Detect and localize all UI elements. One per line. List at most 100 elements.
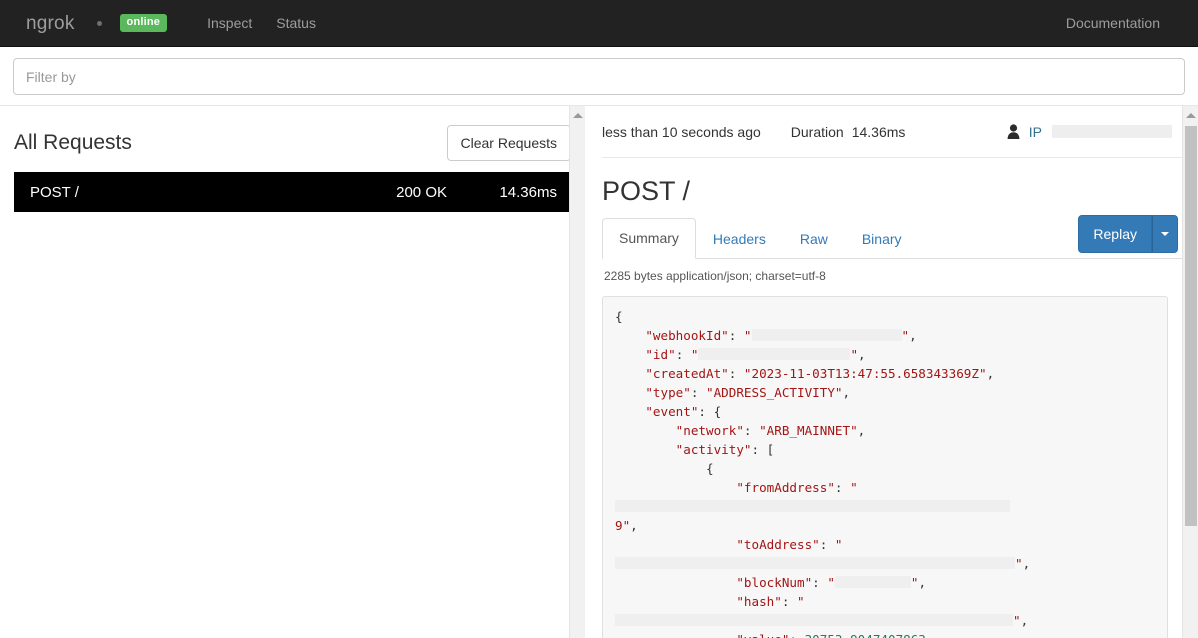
requests-panel-header: All Requests Clear Requests — [14, 106, 571, 168]
json-line: "network": "ARB_MAINNET", — [615, 421, 1155, 440]
json-token: "value" — [736, 632, 789, 638]
json-token: { — [706, 460, 714, 476]
json-token: : — [812, 574, 828, 590]
json-token: : { — [698, 403, 722, 419]
json-token: " — [1015, 555, 1023, 571]
json-token: : — [743, 422, 760, 438]
json-token: "ADDRESS_ACTIVITY" — [706, 384, 843, 400]
json-token: " — [901, 327, 910, 343]
json-token: " — [850, 346, 859, 362]
json-token: "webhookId" — [645, 327, 729, 343]
json-token: 30753.9047407863 — [805, 632, 926, 638]
json-token: " — [850, 479, 858, 495]
detail-meta-row: less than 10 seconds ago Duration 14.36m… — [602, 106, 1182, 158]
request-list-item[interactable]: POST / 200 OK 14.36ms — [14, 172, 571, 212]
json-token: , — [858, 346, 866, 362]
json-token: " — [797, 593, 805, 609]
json-token: " — [910, 574, 919, 590]
request-method-path: POST / — [30, 183, 79, 201]
json-token: , — [926, 632, 934, 638]
requests-title: All Requests — [14, 131, 132, 154]
json-token: " — [834, 536, 843, 552]
json-token: "2023-11-03T13:47:55.658343369Z" — [743, 365, 987, 381]
json-line: "createdAt": "2023-11-03T13:47:55.658343… — [615, 364, 1155, 383]
page-title: POST / — [602, 176, 691, 206]
nav-item-inspect[interactable]: Inspect — [195, 0, 264, 47]
json-token: : — [728, 365, 744, 381]
json-line: { — [615, 307, 1155, 326]
json-token: , — [918, 574, 927, 590]
json-token: "activity" — [675, 441, 752, 457]
json-line: "event": { — [615, 402, 1155, 421]
replay-button[interactable]: Replay — [1078, 215, 1152, 254]
json-token: "hash" — [736, 593, 782, 609]
tab-raw[interactable]: Raw — [783, 219, 845, 259]
json-token: : [ — [751, 441, 775, 457]
requests-panel: All Requests Clear Requests POST / 200 OK… — [0, 106, 585, 638]
json-token: : — [789, 632, 804, 638]
json-token: , — [1022, 555, 1031, 571]
chevron-down-icon — [1161, 232, 1169, 237]
json-line: "value": 30753.9047407863, — [615, 630, 1155, 638]
json-token: "network" — [675, 422, 744, 438]
page-scrollbar[interactable] — [1182, 106, 1198, 638]
json-line: { — [615, 459, 1155, 478]
ip-label: IP — [1028, 123, 1042, 140]
nav-item-documentation[interactable]: Documentation — [1054, 15, 1172, 31]
replay-dropdown-toggle[interactable] — [1152, 215, 1178, 254]
status-badge: online — [119, 14, 168, 32]
json-token: : — [728, 327, 744, 343]
duration-label: Duration — [790, 123, 844, 140]
detail-tabs: Summary Headers Raw Binary Replay — [602, 215, 1182, 259]
client-ip-group: IP — [1007, 124, 1172, 140]
redacted-value — [615, 613, 1013, 626]
json-token: "fromAddress" — [736, 479, 835, 495]
json-token: " — [1013, 612, 1021, 628]
content-type-line: 2285 bytes application/json; charset=utf… — [604, 269, 826, 283]
json-token: { — [615, 308, 623, 324]
json-token: : — [834, 479, 851, 495]
tab-summary[interactable]: Summary — [602, 218, 696, 259]
scroll-up-arrow-icon[interactable] — [1185, 113, 1196, 118]
json-token: "event" — [645, 403, 699, 419]
json-token: , — [857, 422, 866, 438]
filter-bar — [0, 47, 1198, 105]
navbar-right: Documentation — [1054, 0, 1198, 47]
person-icon — [1007, 124, 1020, 139]
request-time-ago: less than 10 seconds ago — [602, 123, 761, 140]
json-token: 9" — [615, 517, 631, 533]
json-token: "ARB_MAINNET" — [759, 422, 858, 438]
json-token: : — [819, 536, 835, 552]
json-token: : — [675, 346, 691, 362]
json-token: "id" — [645, 346, 676, 362]
json-line: "activity": [ — [615, 440, 1155, 459]
json-token: , — [909, 327, 917, 343]
ip-value-redacted — [1052, 125, 1172, 138]
json-line: "toAddress": " ", — [615, 535, 1155, 573]
page-scrollbar-thumb[interactable] — [1185, 126, 1197, 526]
json-line: "id": " ", — [615, 345, 1155, 364]
tab-headers[interactable]: Headers — [696, 219, 783, 259]
replay-button-group: Replay — [1078, 215, 1178, 254]
duration-value: 14.36ms — [851, 123, 906, 140]
json-token: : — [781, 593, 797, 609]
scroll-up-arrow-icon[interactable] — [572, 113, 583, 118]
brand-logo[interactable]: ngrok — [26, 0, 75, 47]
request-detail-panel: less than 10 seconds ago Duration 14.36m… — [585, 106, 1198, 638]
redacted-value — [698, 347, 851, 360]
filter-input[interactable] — [13, 58, 1185, 95]
json-line: "fromAddress": " — [615, 478, 1155, 516]
json-token: , — [630, 517, 638, 533]
tab-binary[interactable]: Binary — [845, 219, 919, 259]
requests-panel-scrollbar[interactable] — [569, 106, 585, 638]
json-line: "type": "ADDRESS_ACTIVITY", — [615, 383, 1155, 402]
response-body-json: { "webhookId": " ", "id": " ", "createdAt"… — [602, 295, 1168, 638]
json-line: "blockNum": " ", — [615, 573, 1155, 592]
json-token: " — [743, 327, 752, 343]
json-token: : — [690, 384, 707, 400]
redacted-value — [615, 499, 1010, 512]
json-token: "createdAt" — [645, 365, 729, 381]
nav-item-status[interactable]: Status — [264, 0, 328, 47]
request-duration: 14.36ms — [499, 183, 557, 201]
clear-requests-button[interactable]: Clear Requests — [446, 124, 571, 162]
